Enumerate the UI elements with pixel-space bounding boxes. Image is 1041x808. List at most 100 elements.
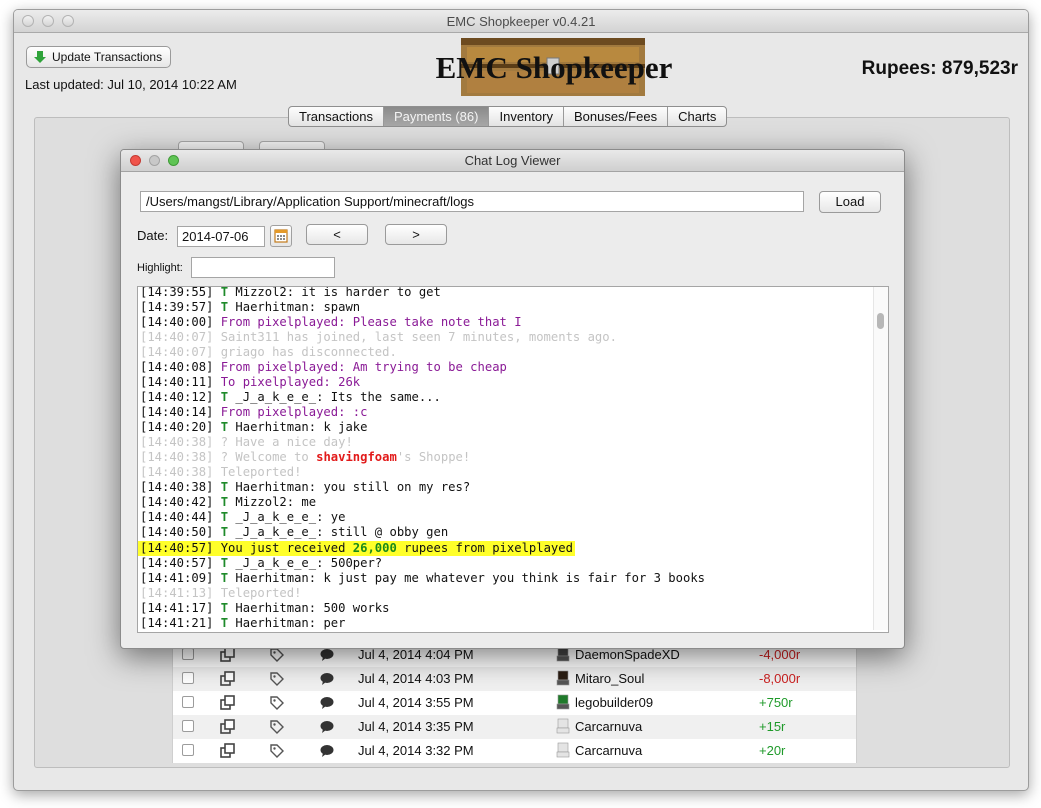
table-row[interactable]: Jul 4, 2014 4:03 PM Mitaro_Soul -8,000r [173, 667, 856, 691]
row-checkbox[interactable] [182, 672, 194, 684]
copy-icon[interactable] [220, 671, 236, 687]
last-updated-text: Last updated: Jul 10, 2014 10:22 AM [25, 77, 237, 92]
town-chat-tag: T [220, 300, 229, 314]
chat-message: Haerhitman: k jake [228, 420, 368, 434]
tab-bonuses-fees[interactable]: Bonuses/Fees [564, 107, 669, 126]
scrollbar-thumb[interactable] [877, 313, 884, 329]
town-chat-tag: T [220, 495, 229, 509]
chat-message: From pixelplayed: :c [213, 405, 368, 419]
tag-icon[interactable] [269, 647, 285, 663]
tag-icon[interactable] [269, 671, 285, 687]
previous-day-button[interactable]: < [306, 224, 368, 245]
log-path-input[interactable]: /Users/mangst/Library/Application Suppor… [140, 191, 804, 212]
row-checkbox[interactable] [182, 648, 194, 660]
chat-line-content: [14:40:38] Teleported! [138, 465, 874, 480]
tab-charts[interactable]: Charts [668, 107, 726, 126]
tab-payments[interactable]: Payments (86) [383, 107, 490, 126]
copy-icon[interactable] [220, 695, 236, 711]
comment-icon[interactable] [319, 695, 335, 711]
comment-icon[interactable] [319, 743, 335, 759]
tag-icon[interactable] [269, 695, 285, 711]
table-row[interactable]: Jul 4, 2014 3:35 PM Carcarnuva +15r [173, 715, 856, 739]
chat-message: _J_a_k_e_e_: 500per? [228, 556, 383, 570]
chat-timestamp: [14:40:50] [140, 525, 214, 539]
chat-log-line: [14:40:08] From pixelplayed: Am trying t… [138, 360, 874, 375]
town-chat-tag: T [220, 286, 229, 299]
chat-message: Teleported! [213, 465, 302, 479]
payment-amount: +20r [759, 743, 786, 758]
town-chat-tag: T [220, 556, 229, 570]
date-label: Date: [137, 228, 169, 243]
chat-timestamp: [14:41:21] [140, 616, 214, 630]
chat-line-content: [14:40:57] You just received 26,000 rupe… [138, 541, 575, 556]
payment-date: Jul 4, 2014 4:04 PM [358, 647, 474, 662]
chat-log-line: [14:40:38] T Haerhitman: you still on my… [138, 480, 874, 495]
chat-line-content: [14:40:44] T _J_a_k_e_e_: ye [138, 510, 874, 525]
chat-message: Haerhitman: 500 works [228, 601, 390, 615]
load-button[interactable]: Load [819, 191, 881, 213]
update-transactions-button[interactable]: Update Transactions [26, 46, 172, 68]
chat-line-content: [14:40:38] ? Have a nice day! [138, 435, 874, 450]
calendar-button[interactable] [270, 225, 292, 247]
chat-message: griago has disconnected. [213, 345, 397, 359]
tag-icon[interactable] [269, 743, 285, 759]
chat-message: Teleported! [213, 586, 302, 600]
chat-timestamp: [14:40:38] [140, 480, 214, 494]
chat-log-line: [14:40:38] ? Have a nice day! [138, 435, 874, 450]
chat-log-line: [14:41:17] T Haerhitman: 500 works [138, 601, 874, 616]
chat-message: To pixelplayed: 26k [213, 375, 361, 389]
comment-icon[interactable] [319, 719, 335, 735]
row-checkbox[interactable] [182, 720, 194, 732]
table-row[interactable]: Jul 4, 2014 3:55 PM legobuilder09 +750r [173, 691, 856, 715]
player-name: Carcarnuva [575, 743, 643, 758]
chat-log-line: [14:40:20] T Haerhitman: k jake [138, 420, 874, 435]
chat-line-content: [14:40:07] griago has disconnected. [138, 345, 874, 360]
window-title: EMC Shopkeeper v0.4.21 [446, 14, 596, 29]
highlight-input[interactable] [191, 257, 335, 278]
tag-icon[interactable] [269, 719, 285, 735]
highlight-label: Highlight: [137, 262, 183, 274]
chat-message: Mizzol2: me [228, 495, 317, 509]
chat-log-area[interactable]: [14:39:55] T Mizzol2: it is harder to ge… [137, 286, 889, 633]
vertical-scrollbar[interactable] [873, 287, 888, 630]
chat-timestamp: [14:40:11] [140, 375, 214, 389]
payment-date: Jul 4, 2014 3:35 PM [358, 719, 474, 734]
town-chat-tag: T [220, 420, 229, 434]
row-checkbox[interactable] [182, 744, 194, 756]
chat-log-line: [14:40:07] Saint311 has joined, last see… [138, 330, 874, 345]
payment-amount: -8,000r [759, 671, 801, 686]
town-chat-tag: T [220, 510, 229, 524]
chat-message: Saint311 has joined, last seen 7 minutes… [213, 330, 617, 344]
copy-icon[interactable] [220, 743, 236, 759]
comment-icon[interactable] [319, 671, 335, 687]
comment-icon[interactable] [319, 647, 335, 663]
chat-line-content: [14:39:55] T Mizzol2: it is harder to ge… [138, 286, 874, 300]
chat-timestamp: [14:41:09] [140, 571, 214, 585]
date-input[interactable]: 2014-07-06 [177, 226, 265, 247]
tab-inventory[interactable]: Inventory [489, 107, 564, 126]
payment-date: Jul 4, 2014 4:03 PM [358, 671, 474, 686]
chat-log-line: [14:40:38] Teleported! [138, 465, 874, 480]
chat-timestamp: [14:40:44] [140, 510, 214, 524]
next-day-button[interactable]: > [385, 224, 447, 245]
payments-table: Jul 4, 2014 4:04 PM DaemonSpadeXD -4,000r J… [172, 643, 857, 763]
player-name: legobuilder09 [575, 695, 654, 710]
chat-timestamp: [14:40:20] [140, 420, 214, 434]
chat-line-content: [14:40:00] From pixelplayed: Please take… [138, 315, 874, 330]
chat-timestamp: [14:41:13] [140, 586, 214, 600]
chat-log-line: [14:40:50] T _J_a_k_e_e_: still @ obby g… [138, 525, 874, 540]
chat-log-line: [14:40:14] From pixelplayed: :c [138, 405, 874, 420]
chat-line-content: [14:40:38] T Haerhitman: you still on my… [138, 480, 874, 495]
chat-timestamp: [14:39:55] [140, 286, 214, 299]
player-name: Mitaro_Soul [575, 671, 645, 686]
chat-message: You just received [213, 541, 353, 555]
table-row[interactable]: Jul 4, 2014 3:32 PM Carcarnuva +20r [173, 739, 856, 763]
tab-transactions[interactable]: Transactions [289, 107, 384, 126]
chat-log-line: [14:40:12] T _J_a_k_e_e_: Its the same..… [138, 390, 874, 405]
copy-icon[interactable] [220, 719, 236, 735]
chat-message: ? Have a nice day! [213, 435, 353, 449]
copy-icon[interactable] [220, 647, 236, 663]
chat-timestamp: [14:40:38] [140, 465, 214, 479]
chat-timestamp: [14:40:14] [140, 405, 214, 419]
row-checkbox[interactable] [182, 696, 194, 708]
